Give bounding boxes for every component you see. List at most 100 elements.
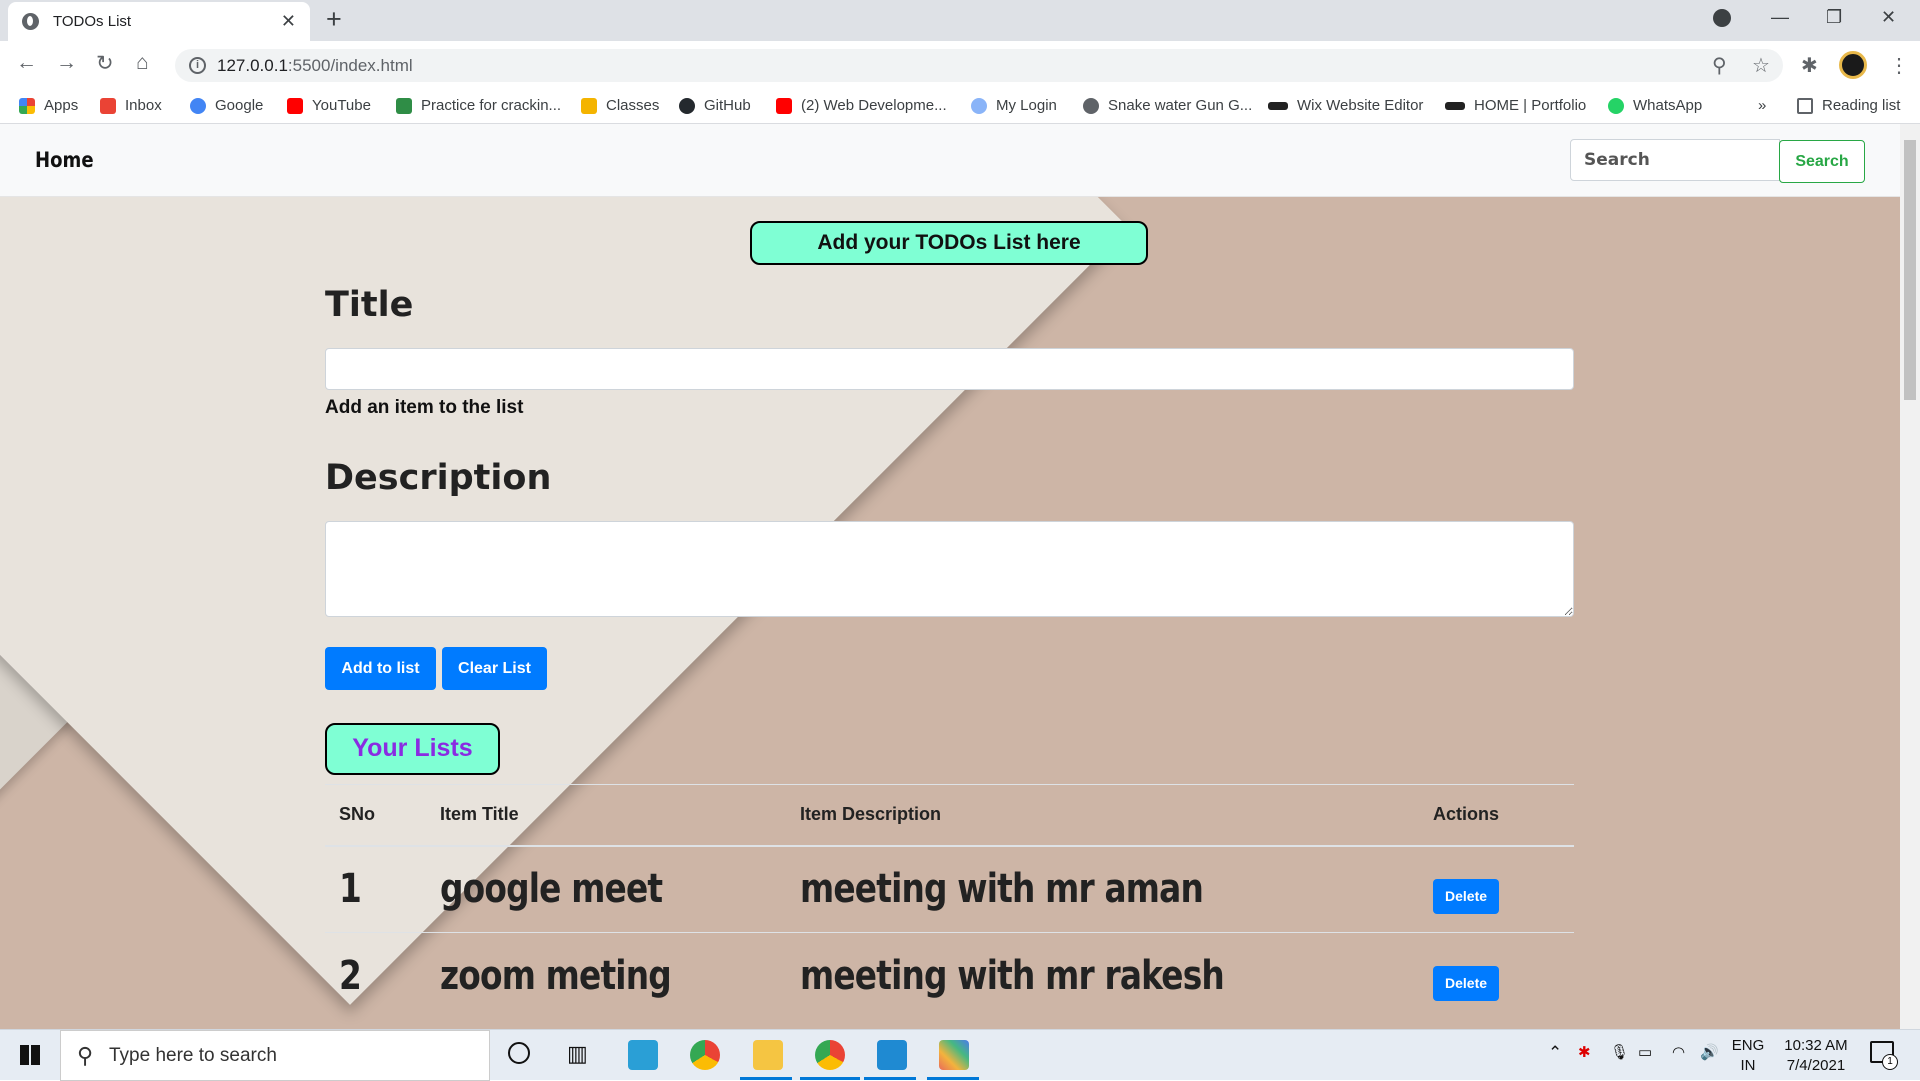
title-input[interactable] (325, 348, 1574, 390)
tab-strip: TODOs List ✕ + — ❐ ✕ (0, 0, 1920, 41)
scrollbar-thumb[interactable] (1904, 140, 1916, 400)
tab-title: TODOs List (53, 13, 132, 30)
bookmark-star-icon[interactable]: ☆ (1752, 53, 1770, 78)
row-sno: 2 (339, 953, 362, 1000)
column-header: Item Title (426, 784, 786, 847)
bookmark-google[interactable]: Google (190, 97, 263, 114)
add-to-list-button[interactable]: Add to list (325, 647, 436, 690)
delete-button[interactable]: Delete (1433, 965, 1500, 1001)
taskbar: ⚲ Type here to search ▥ ⌃ ✱ 🎙 ▭ ◠ 🔊 ENG … (0, 1029, 1920, 1081)
todo-table: SNo Item Title Item Description Actions … (325, 784, 1574, 1020)
vscode-icon[interactable] (877, 1040, 907, 1070)
back-icon[interactable]: ← (16, 51, 37, 75)
clear-list-button[interactable]: Clear List (442, 647, 547, 690)
tray-app-icon[interactable]: ✱ (1578, 1043, 1591, 1063)
table-header-row: SNo Item Title Item Description Actions (325, 784, 1574, 847)
bookmark-wix-editor[interactable]: Wix Website Editor (1268, 97, 1423, 114)
taskbar-search[interactable]: ⚲ Type here to search (60, 1030, 490, 1081)
profile-avatar[interactable] (1839, 51, 1867, 79)
bookmark-snake-game[interactable]: Snake water Gun G... (1083, 97, 1252, 114)
file-explorer-icon[interactable] (753, 1040, 783, 1070)
youtube-icon (776, 97, 792, 114)
bookmark-apps[interactable]: Apps (19, 97, 78, 114)
task-view-icon[interactable]: ▥ (567, 1041, 588, 1067)
apps-grid-icon (19, 97, 35, 114)
wix-icon (1445, 101, 1465, 110)
bookmark-github[interactable]: GitHub (679, 97, 751, 114)
youtube-icon (287, 97, 303, 114)
table-row: 1 google meet meeting with mr aman Delet… (325, 845, 1574, 933)
l-app-icon[interactable] (628, 1040, 658, 1070)
github-icon (679, 97, 695, 114)
bookmark-youtube[interactable]: YouTube (287, 97, 371, 114)
home-icon[interactable]: ⌂ (136, 51, 149, 75)
zoom-icon[interactable]: ⚲ (1712, 53, 1727, 78)
row-title: google meet (440, 866, 663, 913)
column-header: Item Description (786, 784, 1419, 847)
bookmark-whatsapp[interactable]: WhatsApp (1608, 97, 1702, 114)
hero-section: Add your TODOs List here Title Add an it… (0, 197, 1900, 1029)
gmail-icon (100, 97, 116, 114)
description-textarea[interactable] (325, 521, 1574, 617)
reading-list[interactable]: Reading list (1797, 97, 1900, 114)
globe-icon (1083, 97, 1099, 114)
search-button[interactable]: Search (1779, 140, 1865, 183)
page-scrollbar[interactable] (1900, 124, 1920, 1029)
gfg-icon (396, 97, 412, 114)
bookmark-portfolio[interactable]: HOME | Portfolio (1445, 97, 1586, 114)
restore-icon[interactable]: ❐ (1826, 7, 1842, 28)
form-heading: Add your TODOs List here (750, 221, 1148, 265)
tray-chevron-icon[interactable]: ⌃ (1548, 1043, 1562, 1063)
microphone-icon[interactable]: 🎙 (1610, 1043, 1629, 1063)
site-info-icon[interactable]: i (189, 57, 206, 74)
url-path: :5500/index.html (287, 55, 413, 75)
lists-heading: Your Lists (325, 723, 500, 775)
close-tab-icon[interactable]: ✕ (281, 11, 296, 32)
navbar: Home Search (0, 124, 1900, 197)
delete-button[interactable]: Delete (1433, 878, 1500, 914)
url-domain: 127.0.0.1 (217, 55, 288, 75)
nav-brand-home[interactable]: Home (35, 148, 94, 172)
reading-list-icon (1797, 97, 1813, 114)
wix-icon (1268, 101, 1288, 110)
cortana-icon[interactable] (508, 1042, 530, 1064)
forward-icon[interactable]: → (56, 51, 77, 75)
bookmark-classes[interactable]: Classes (581, 97, 659, 114)
address-bar[interactable]: i 127.0.0.1:5500/index.html (175, 49, 1783, 82)
row-description: meeting with mr aman (800, 866, 1204, 913)
bookmark-web-dev[interactable]: (2) Web Developme... (776, 97, 947, 114)
minimize-icon[interactable]: — (1771, 7, 1789, 28)
window-close-icon[interactable]: ✕ (1881, 7, 1896, 28)
login-icon (971, 97, 987, 114)
extensions-icon[interactable]: ✱ (1801, 53, 1818, 78)
chrome-icon[interactable] (690, 1040, 720, 1070)
chrome-icon[interactable] (815, 1040, 845, 1070)
column-header: Actions (1419, 784, 1574, 847)
webpage: Home Search Add your TODOs List here Tit… (0, 124, 1900, 1029)
globe-icon (22, 13, 39, 30)
taskbar-search-placeholder: Type here to search (109, 1044, 277, 1066)
language-indicator[interactable]: ENG IN (1730, 1036, 1766, 1076)
bookmark-practice[interactable]: Practice for crackin... (396, 97, 561, 114)
search-icon: ⚲ (77, 1043, 94, 1068)
table-row: 2 zoom meting meeting with mr rakesh Del… (325, 932, 1574, 1020)
wifi-icon[interactable]: ◠ (1672, 1043, 1685, 1063)
whatsapp-icon (1608, 97, 1624, 114)
volume-icon[interactable]: 🔊 (1700, 1043, 1719, 1063)
bookmarks-overflow[interactable]: » (1758, 97, 1766, 114)
row-description: meeting with mr rakesh (800, 953, 1225, 1000)
bookmark-inbox[interactable]: Inbox (100, 97, 162, 114)
bookmark-my-login[interactable]: My Login (971, 97, 1057, 114)
browser-tab[interactable]: TODOs List ✕ (8, 2, 310, 41)
notification-badge: 1 (1882, 1054, 1898, 1070)
clock[interactable]: 10:32 AM 7/4/2021 (1776, 1036, 1856, 1076)
new-tab-icon[interactable]: + (326, 6, 342, 33)
reload-icon[interactable]: ↻ (96, 51, 114, 76)
windows-start-icon[interactable] (20, 1045, 40, 1065)
tab-search-icon[interactable] (1713, 9, 1731, 27)
app-icon[interactable] (939, 1040, 969, 1070)
search-input[interactable] (1570, 139, 1780, 181)
menu-icon[interactable]: ⋮ (1889, 53, 1909, 78)
battery-icon[interactable]: ▭ (1638, 1043, 1652, 1063)
description-label: Description (325, 458, 552, 498)
